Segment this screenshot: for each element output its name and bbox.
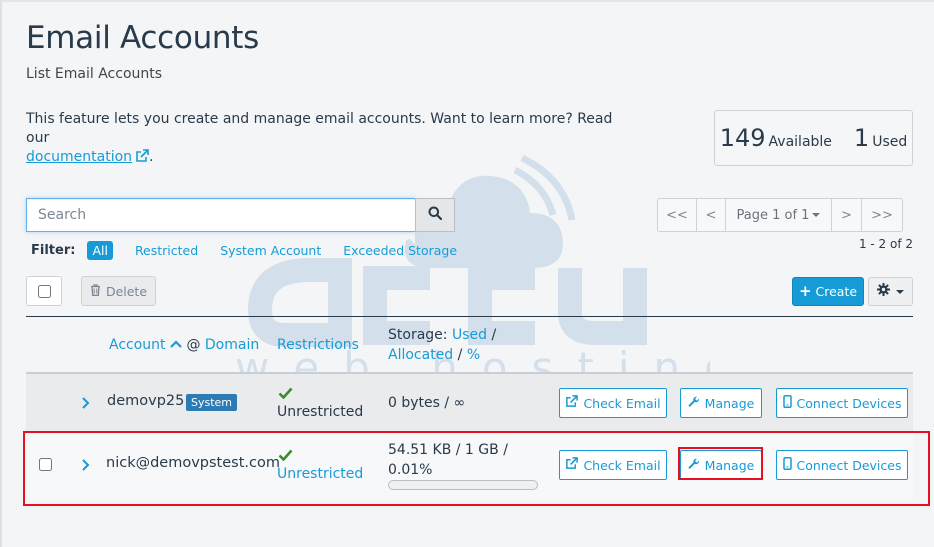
manage-label: Manage <box>704 457 755 473</box>
chevron-down-icon <box>812 213 821 217</box>
last-page-button[interactable]: >> <box>862 199 902 231</box>
connect-devices-button[interactable]: Connect Devices <box>776 388 908 418</box>
available-label: Available <box>768 134 832 150</box>
storage-usage-amount: 54.51 KB / 1 GB / <box>388 442 508 458</box>
used-stat: 1 Used <box>854 124 907 152</box>
restriction-status: Unrestricted <box>277 404 364 420</box>
table-top-border <box>26 316 913 317</box>
filter-system-account[interactable]: System Account <box>220 243 321 258</box>
domain-header-label: Domain <box>204 337 260 353</box>
gear-icon <box>877 282 890 301</box>
filter-all[interactable]: All <box>87 240 113 260</box>
account-sort-link[interactable]: Account <box>109 337 166 353</box>
check-email-label: Check Email <box>583 457 661 473</box>
first-page-button[interactable]: << <box>658 199 697 231</box>
external-link-icon <box>135 149 149 169</box>
filter-bar: Filter: All Restricted System Account Ex… <box>31 239 479 261</box>
chevron-down-icon <box>896 289 904 294</box>
connect-devices-label: Connect Devices <box>796 457 902 473</box>
plus-icon: + <box>798 282 812 300</box>
header-slash-1: / <box>491 327 497 343</box>
storage-progress-bar <box>388 480 538 490</box>
connect-devices-button[interactable]: Connect Devices <box>776 450 908 480</box>
storage-usage-percent: 0.01% <box>388 462 433 478</box>
storage-column-header: Storage: Used / Allocated / % <box>388 325 496 365</box>
check-email-button[interactable]: Check Email <box>559 450 667 480</box>
search-icon <box>428 206 443 225</box>
page-subtitle: List Email Accounts <box>26 66 163 82</box>
left-border <box>0 0 2 547</box>
check-email-button[interactable]: Check Email <box>559 388 667 418</box>
search-input[interactable] <box>26 198 415 232</box>
available-count: 149 <box>719 124 766 152</box>
page-label: Page 1 of 1 <box>736 207 810 223</box>
row-select-checkbox[interactable] <box>39 458 52 471</box>
settings-dropdown-button[interactable] <box>868 277 913 306</box>
account-name: demovp25 <box>107 393 185 409</box>
wrench-icon <box>688 396 700 411</box>
restriction-status-link[interactable]: Unrestricted <box>277 466 363 482</box>
filter-restricted[interactable]: Restricted <box>135 243 198 258</box>
filter-label: Filter: <box>31 242 76 258</box>
storage-usage: 54.51 KB / 1 GB / 0.01% <box>388 440 508 480</box>
storage-header-label: Storage: <box>388 327 448 343</box>
wrench-icon <box>688 458 700 473</box>
select-all-container <box>26 276 62 306</box>
available-stat: 149 Available <box>720 124 832 152</box>
select-all-checkbox[interactable] <box>37 284 51 298</box>
restrictions-column-header[interactable]: Restrictions <box>277 335 359 355</box>
account-name: nick@demovpstest.com <box>106 455 280 471</box>
trash-icon <box>90 283 101 299</box>
results-range: 1 - 2 of 2 <box>858 237 913 251</box>
page-title: Email Accounts <box>26 20 259 56</box>
delete-label: Delete <box>105 283 148 299</box>
account-stats: 149 Available 1 Used <box>714 110 913 166</box>
mobile-phone-icon <box>782 457 792 473</box>
expand-row-icon[interactable] <box>80 395 90 411</box>
storage-usage: 0 bytes / ∞ <box>388 395 466 411</box>
system-badge: System <box>186 394 238 411</box>
sort-percent-link[interactable]: % <box>467 347 480 363</box>
domain-sort-link[interactable]: Domain <box>205 337 259 353</box>
manage-button[interactable]: Manage <box>680 450 762 480</box>
used-count: 1 <box>853 124 870 152</box>
create-label: Create <box>815 284 858 299</box>
check-email-label: Check Email <box>583 395 661 411</box>
sort-allocated-link[interactable]: Allocated <box>388 347 453 363</box>
external-link-icon <box>565 395 579 411</box>
used-label: Used <box>872 134 908 150</box>
page-select[interactable]: Page 1 of 1 <box>726 199 832 231</box>
manage-button[interactable]: Manage <box>680 388 762 418</box>
check-icon <box>278 448 293 466</box>
account-header-label: Account <box>109 337 166 353</box>
sort-up-icon <box>170 337 182 353</box>
search-button[interactable] <box>415 198 455 232</box>
pagination: << < Page 1 of 1 > >> <box>657 198 903 232</box>
manage-label: Manage <box>704 395 755 411</box>
account-column-header: Account @ Domain <box>109 335 259 355</box>
mobile-phone-icon <box>782 395 792 411</box>
external-link-icon <box>565 457 579 473</box>
prev-page-button[interactable]: < <box>697 199 726 231</box>
next-page-button[interactable]: > <box>832 199 862 231</box>
documentation-link-label: documentation <box>26 149 133 165</box>
header-slash-2: / <box>457 347 463 363</box>
create-button[interactable]: + Create <box>792 277 864 306</box>
delete-button[interactable]: Delete <box>81 276 156 306</box>
search-group <box>26 198 455 232</box>
intro-description: This feature lets you create and manage … <box>26 111 613 146</box>
check-icon <box>278 386 293 404</box>
documentation-link[interactable]: documentation <box>26 149 132 165</box>
intro-period: . <box>149 149 154 165</box>
filter-exceeded-storage[interactable]: Exceeded Storage <box>343 243 457 258</box>
at-separator: @ <box>186 337 201 353</box>
top-border <box>0 0 934 2</box>
connect-devices-label: Connect Devices <box>796 395 902 411</box>
expand-row-icon[interactable] <box>80 457 90 473</box>
intro-text: This feature lets you create and manage … <box>26 110 626 169</box>
sort-used-link[interactable]: Used <box>452 327 487 343</box>
